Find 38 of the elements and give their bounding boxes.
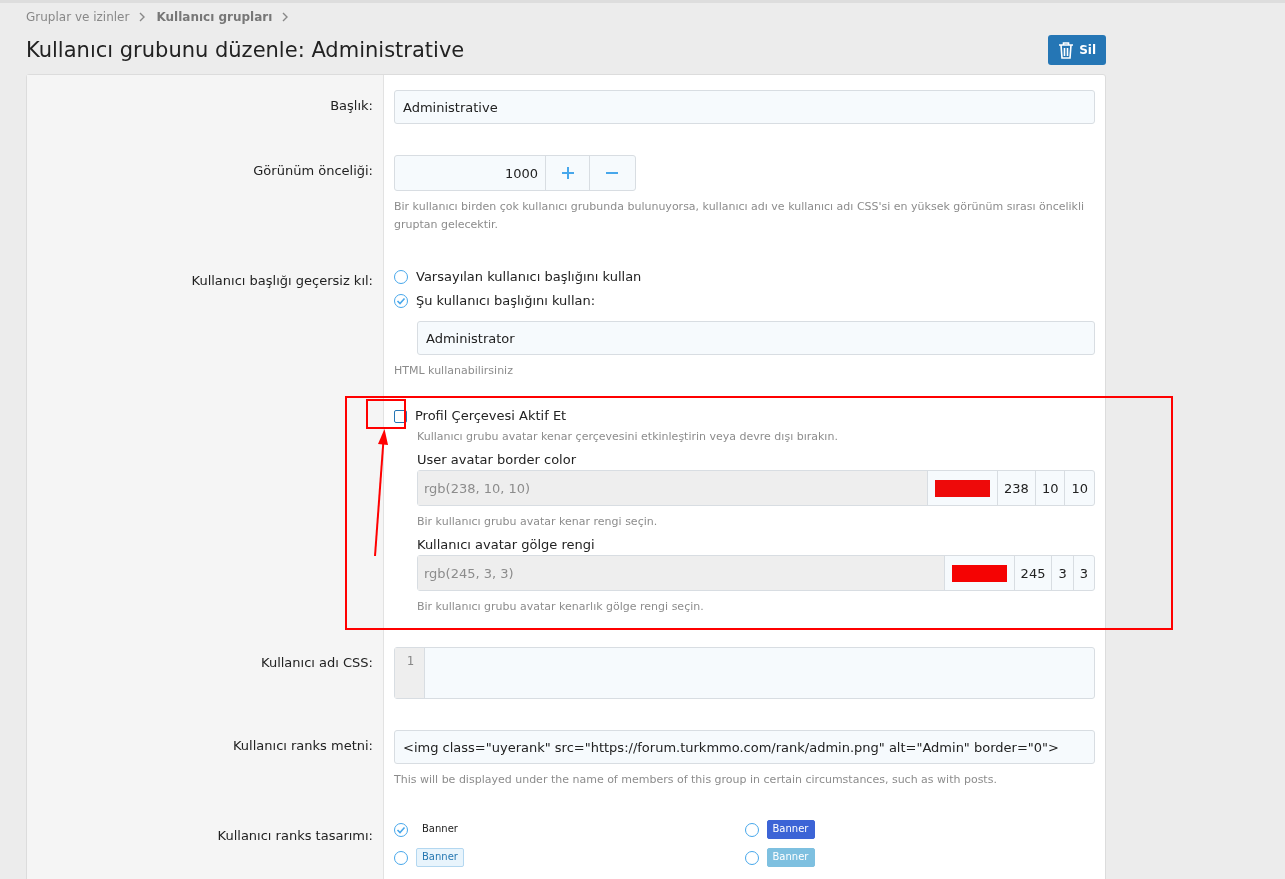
breadcrumb-link[interactable]: Kullanıcı grupları (156, 10, 273, 24)
field-label: Kullanıcı başlığı geçersiz kıl: (191, 273, 373, 288)
code-editor[interactable]: 1 (394, 647, 1095, 699)
hint-text: Bir kullanıcı birden çok kullanıcı grubunda bulunuyorsa, kullanıcı adı ve kullanıcı adı CSS'si en yüksek görünüm sırası öncelikli gruptan gelecektir. (394, 199, 1086, 233)
page-title: Kullanıcı grubunu düzenle: Administrative (26, 38, 465, 62)
field-label: User avatar border color (417, 451, 577, 469)
field-label: Kullanıcı ranks tasarımı: (217, 828, 373, 843)
delete-button[interactable]: Sil (1048, 35, 1106, 65)
field-label: Görünüm önceliği: (253, 163, 373, 178)
field-label: Başlık: (330, 98, 373, 113)
hint-text: Bir kullanıcı grubu avatar kenarlık gölge rengi seçin. (417, 599, 705, 615)
hint-text: Kullanıcı grubu avatar kenar çerçevesini etkinleştirin veya devre dışı bırakın. (417, 429, 839, 445)
rank-banner: Banner (766, 820, 815, 839)
trash-icon (1058, 41, 1075, 59)
radio-label: Varsayılan kullanıcı başlığını kullan (416, 268, 642, 286)
line-number: 1 (395, 648, 425, 698)
hint-text: HTML kullanabilirsiniz (394, 363, 514, 379)
checkbox[interactable] (394, 409, 407, 423)
chevron-icon (139, 12, 147, 22)
hint-text: This will be displayed under the name of members of this group in certain circumstances, such as with posts. (394, 772, 998, 788)
checkbox-label: Profil Çerçevesi Aktif Et (415, 407, 567, 425)
check-icon (396, 296, 406, 306)
chevron-icon (282, 12, 290, 22)
number-input[interactable]: 1000 (394, 155, 636, 191)
plus-icon (561, 167, 574, 179)
radio-label: Şu kullanıcı başlığını kullan: (416, 292, 596, 310)
field-label: Kullanıcı ranks metni: (232, 738, 373, 753)
field-label: Kullanıcı avatar gölge rengi (417, 536, 596, 554)
title-input[interactable]: Administrator (417, 321, 1095, 355)
check-icon (396, 824, 406, 835)
title-input[interactable]: Administrative (394, 90, 1095, 124)
rank-text-input[interactable]: <img class="uyerank" src="https://forum.turkmmo.com/rank/admin.png" alt="Admin" border="0"> (394, 730, 1095, 764)
rank-banner: Banner (766, 848, 815, 867)
field-label: Kullanıcı adı CSS: (261, 655, 373, 670)
hint-text: Bir kullanıcı grubu avatar kenar rengi seçin. (417, 514, 659, 530)
rank-banner: Banner (416, 848, 464, 867)
breadcrumb-link[interactable]: Gruplar ve izinler (26, 10, 130, 24)
highlight-box (366, 399, 406, 429)
